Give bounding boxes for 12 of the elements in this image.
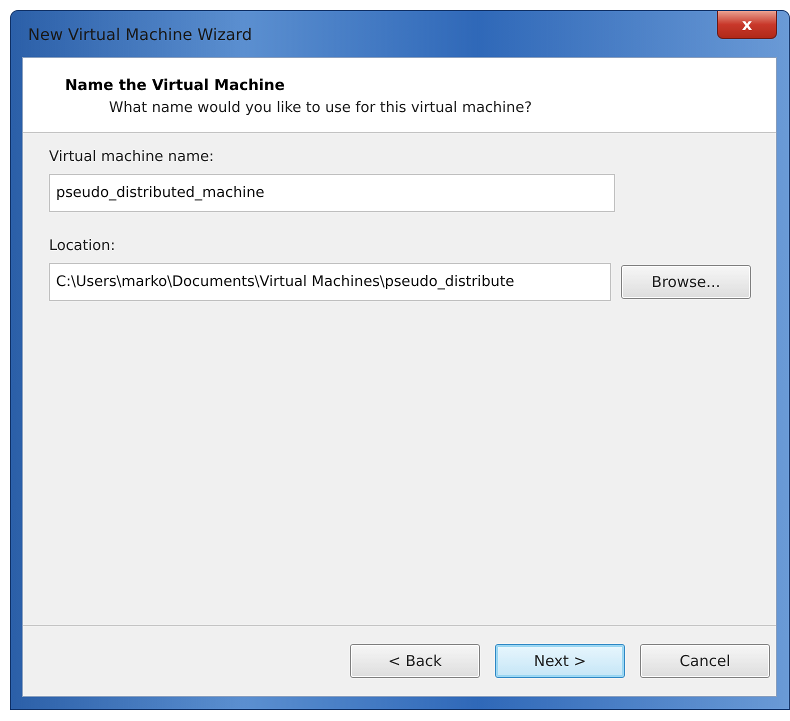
wizard-button[interactable]: Cancel [640,644,770,678]
page-subtitle: What name would you like to use for this virtual machine? [109,100,533,116]
input-field[interactable]: C:\Users\marko\Documents\Virtual Machines\pseudo_distribute [49,263,611,301]
wizard-button[interactable]: Next > [495,644,625,678]
browse-button[interactable]: Browse... [621,265,751,299]
field-label: Virtual machine name: [49,149,215,165]
page-title: Name the Virtual Machine [65,76,286,94]
field-label: Location: [49,238,116,254]
close-button[interactable]: x [717,11,777,39]
wizard-button[interactable]: < Back [350,644,480,678]
input-field[interactable]: pseudo_distributed_machine [49,174,615,212]
window-title: New Virtual Machine Wizard [27,24,252,44]
